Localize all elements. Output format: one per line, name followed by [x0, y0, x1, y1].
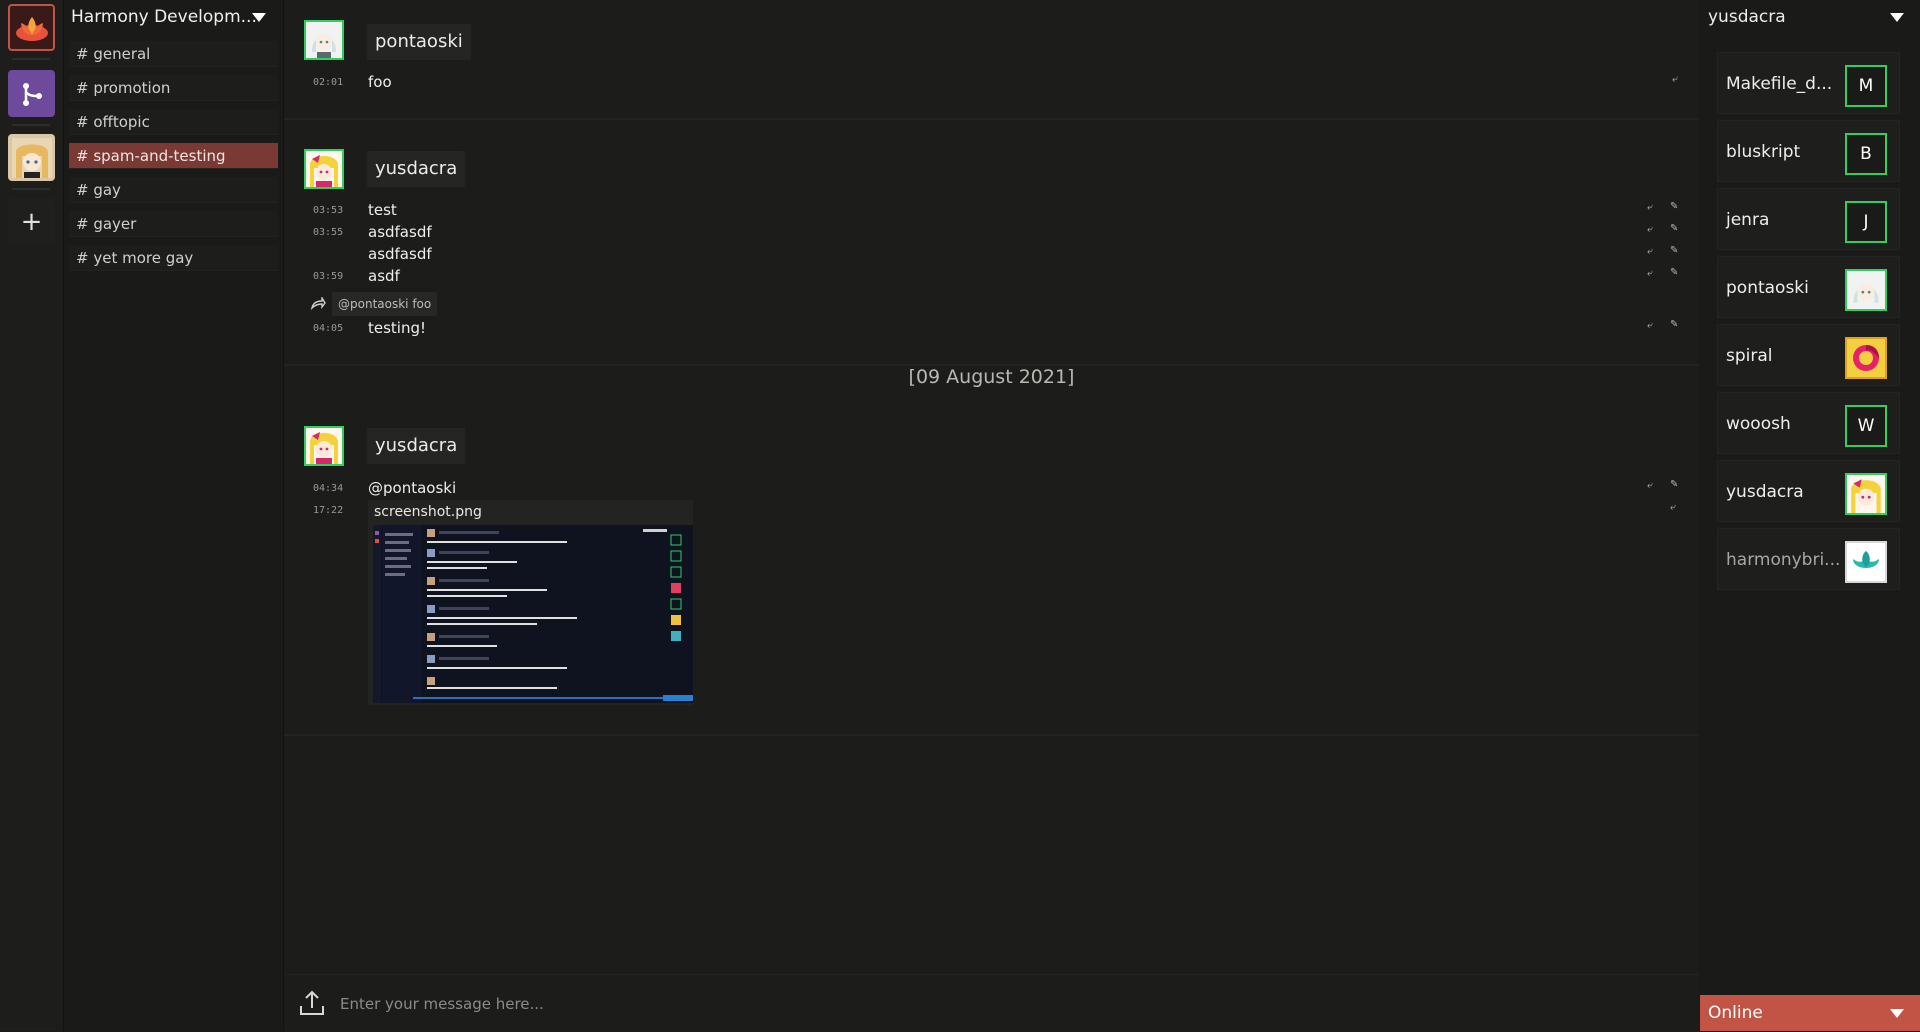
channel-item-offtopic[interactable]: # offtopic [69, 109, 278, 135]
chat-area: pontaoski 02:01 foo ⤶ yusdacra 03:53 tes… [284, 0, 1699, 1032]
member-item[interactable]: pontaoski [1717, 256, 1900, 318]
member-item[interactable]: wooosh W [1717, 392, 1900, 454]
edit-icon[interactable]: ✎ [1670, 267, 1678, 278]
member-item[interactable]: Makefile_d... M [1717, 52, 1900, 114]
anime-guild-icon[interactable] [8, 134, 55, 181]
message-timestamp: 02:01 [313, 77, 344, 88]
message-text: asdfasdf [368, 245, 432, 263]
channel-item-yet-more-gay[interactable]: # yet more gay [69, 245, 278, 271]
message-timestamp: 03:59 [313, 271, 344, 282]
harmony-dev-guild-icon[interactable] [8, 70, 55, 117]
channel-sidebar: Harmony Developm... # general # promotio… [64, 0, 284, 1031]
member-item[interactable]: harmonybri... [1717, 528, 1900, 590]
member-item[interactable]: spiral [1717, 324, 1900, 386]
member-avatar: J [1845, 201, 1887, 243]
reply-icon[interactable]: ⤶ [1647, 320, 1653, 331]
guild-bar: + [0, 0, 64, 1031]
attachment-image-preview[interactable] [373, 525, 693, 703]
reply-reference[interactable]: @pontaoski foo [310, 292, 438, 316]
member-name: yusdacra [1726, 482, 1804, 502]
message-text: asdf [368, 267, 400, 285]
channel-item-spam-and-testing[interactable]: # spam-and-testing [69, 143, 278, 169]
message-text: testing! [368, 319, 427, 337]
reply-icon[interactable]: ⤶ [1647, 202, 1653, 213]
reply-quote: @pontaoski foo [332, 292, 438, 316]
date-separator: [09 August 2021] [908, 366, 1075, 388]
message-group: pontaoski 02:01 foo ⤶ [284, 0, 1699, 120]
edit-icon[interactable]: ✎ [1670, 319, 1678, 330]
message-text: foo [368, 73, 392, 91]
message-author[interactable]: yusdacra [367, 151, 466, 187]
avatar[interactable] [304, 20, 344, 60]
lotus-guild-icon[interactable] [8, 4, 55, 51]
message-timestamp: 03:55 [313, 227, 344, 238]
member-name: bluskript [1726, 142, 1801, 162]
member-name: spiral [1726, 346, 1773, 366]
reply-icon[interactable]: ⤶ [1647, 246, 1653, 257]
member-avatar [1845, 541, 1887, 583]
add-guild-button[interactable]: + [8, 198, 55, 245]
guild-separator [12, 188, 50, 190]
reply-icon[interactable]: ⤶ [1670, 502, 1676, 513]
message-composer [284, 974, 1699, 1032]
edit-icon[interactable]: ✎ [1670, 201, 1678, 212]
message-text: test [368, 201, 397, 219]
member-avatar: B [1845, 133, 1887, 175]
current-user-name[interactable]: yusdacra [1708, 0, 1786, 34]
message-author[interactable]: yusdacra [367, 428, 466, 464]
member-name: jenra [1726, 210, 1770, 230]
chevron-down-icon [1890, 1009, 1904, 1018]
edit-icon[interactable]: ✎ [1670, 245, 1678, 256]
reply-icon[interactable]: ⤶ [1647, 480, 1653, 491]
member-avatar [1845, 269, 1887, 311]
reply-icon[interactable]: ⤶ [1647, 268, 1653, 279]
attachment-filename: screenshot.png [374, 504, 482, 520]
guild-header[interactable]: Harmony Developm... [64, 0, 283, 34]
member-name: harmonybri... [1726, 550, 1841, 570]
chevron-down-icon[interactable] [1890, 13, 1904, 22]
member-sidebar: yusdacra Makefile_d... M bluskript B jen… [1700, 0, 1920, 1031]
message-timestamp: 04:34 [313, 483, 344, 494]
reply-icon[interactable]: ⤶ [1672, 74, 1678, 85]
avatar[interactable] [304, 426, 344, 466]
guild-name: Harmony Developm... [71, 7, 257, 27]
status-select[interactable]: Online [1700, 995, 1920, 1031]
channel-item-general[interactable]: # general [69, 41, 278, 67]
message-text: @pontaoski [368, 479, 457, 497]
avatar[interactable] [304, 149, 344, 189]
member-item[interactable]: jenra J [1717, 188, 1900, 250]
message-timestamp: 04:05 [313, 323, 344, 334]
message-input[interactable] [338, 985, 1692, 1023]
member-name: Makefile_d... [1726, 74, 1833, 94]
edit-icon[interactable]: ✎ [1670, 223, 1678, 234]
member-name: pontaoski [1726, 278, 1809, 298]
member-avatar: M [1845, 65, 1887, 107]
message-timestamp: 03:53 [313, 205, 344, 216]
channel-item-promotion[interactable]: # promotion [69, 75, 278, 101]
message-group: yusdacra 03:53 test ⤶ ✎ 03:55 asdfasdf ⤶… [284, 120, 1699, 366]
message-author[interactable]: pontaoski [367, 24, 471, 60]
member-avatar [1845, 473, 1887, 515]
channel-item-gayer[interactable]: # gayer [69, 211, 278, 237]
edit-icon[interactable]: ✎ [1670, 479, 1678, 490]
chevron-down-icon[interactable] [252, 13, 266, 22]
guild-separator [12, 58, 50, 60]
member-name: wooosh [1726, 414, 1791, 434]
member-avatar: W [1845, 405, 1887, 447]
member-avatar [1845, 337, 1887, 379]
upload-icon[interactable] [296, 987, 328, 1019]
channel-item-gay[interactable]: # gay [69, 177, 278, 203]
reply-arrow-icon [310, 297, 326, 311]
status-label: Online [1708, 1003, 1763, 1023]
member-item[interactable]: yusdacra [1717, 460, 1900, 522]
message-text: asdfasdf [368, 223, 432, 241]
guild-separator [12, 124, 50, 126]
reply-icon[interactable]: ⤶ [1647, 224, 1653, 235]
member-item[interactable]: bluskript B [1717, 120, 1900, 182]
message-timestamp: 17:22 [313, 505, 344, 516]
